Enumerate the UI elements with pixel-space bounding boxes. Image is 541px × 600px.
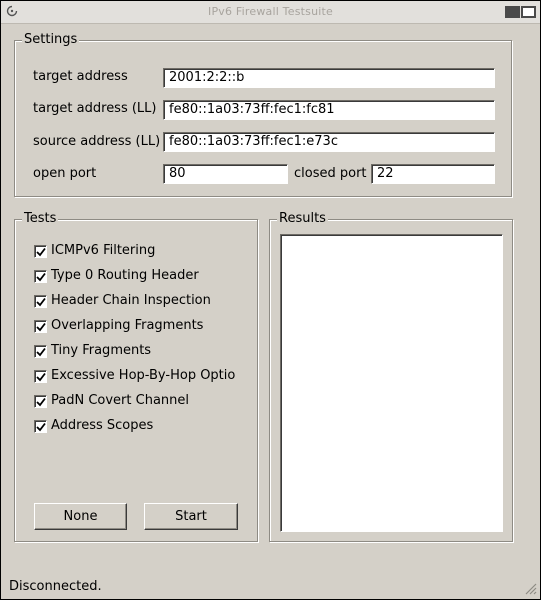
test-label: PadN Covert Channel (51, 393, 189, 408)
closed-port-label: closed port (294, 166, 367, 181)
target-address-ll-label: target address (LL) (33, 101, 157, 116)
closed-port-field[interactable]: 22 (371, 164, 495, 184)
settings-group: Settings target address 2001:2:2::b targ… (14, 32, 512, 197)
target-address-ll-field[interactable]: fe80::1a03:73ff:fec1:fc81 (163, 100, 495, 120)
test-label: Type 0 Routing Header (51, 268, 199, 283)
checkmark-icon (36, 347, 46, 357)
checkbox[interactable] (34, 370, 47, 383)
maximize-icon[interactable] (521, 6, 536, 18)
checkbox[interactable] (34, 270, 47, 283)
source-address-ll-field[interactable]: fe80::1a03:73ff:fec1:e73c (163, 132, 495, 152)
checkmark-icon (36, 322, 46, 332)
results-output[interactable] (280, 234, 503, 532)
checkmark-icon (36, 372, 46, 382)
source-address-ll-label: source address (LL) (33, 134, 161, 149)
main-window: IPv6 Firewall Testsuite Settings target … (0, 0, 541, 600)
target-address-field[interactable]: 2001:2:2::b (163, 68, 495, 88)
start-button[interactable]: Start (144, 503, 238, 530)
checkbox[interactable] (34, 420, 47, 433)
test-label: Address Scopes (51, 418, 154, 433)
test-label: Tiny Fragments (51, 343, 152, 358)
tests-legend: Tests (22, 211, 59, 227)
checkmark-icon (36, 297, 46, 307)
test-label: Header Chain Inspection (51, 293, 211, 308)
settings-legend: Settings (22, 32, 80, 48)
open-port-label: open port (33, 166, 97, 181)
test-label: Excessive Hop-By-Hop Optio (51, 368, 236, 383)
test-label: ICMPv6 Filtering (51, 243, 156, 258)
checkbox[interactable] (34, 395, 47, 408)
results-legend: Results (277, 211, 328, 227)
checkbox[interactable] (34, 345, 47, 358)
test-label: Overlapping Fragments (51, 318, 204, 333)
open-port-field[interactable]: 80 (163, 164, 288, 184)
resize-grip-icon[interactable] (523, 581, 537, 595)
checkmark-icon (36, 397, 46, 407)
results-group: Results (269, 211, 513, 542)
none-button[interactable]: None (34, 503, 127, 530)
title-bar[interactable]: IPv6 Firewall Testsuite (1, 1, 540, 24)
checkmark-icon (36, 422, 46, 432)
window-title: IPv6 Firewall Testsuite (208, 5, 333, 18)
minimize-icon[interactable] (505, 6, 520, 18)
checkbox[interactable] (34, 320, 47, 333)
tests-group: Tests ICMPv6 Filtering Type 0 Routing He… (14, 211, 258, 542)
target-address-label: target address (33, 69, 128, 84)
checkmark-icon (36, 272, 46, 282)
checkbox[interactable] (34, 245, 47, 258)
status-bar-text: Disconnected. (9, 579, 102, 594)
checkmark-icon (36, 247, 46, 257)
checkbox[interactable] (34, 295, 47, 308)
